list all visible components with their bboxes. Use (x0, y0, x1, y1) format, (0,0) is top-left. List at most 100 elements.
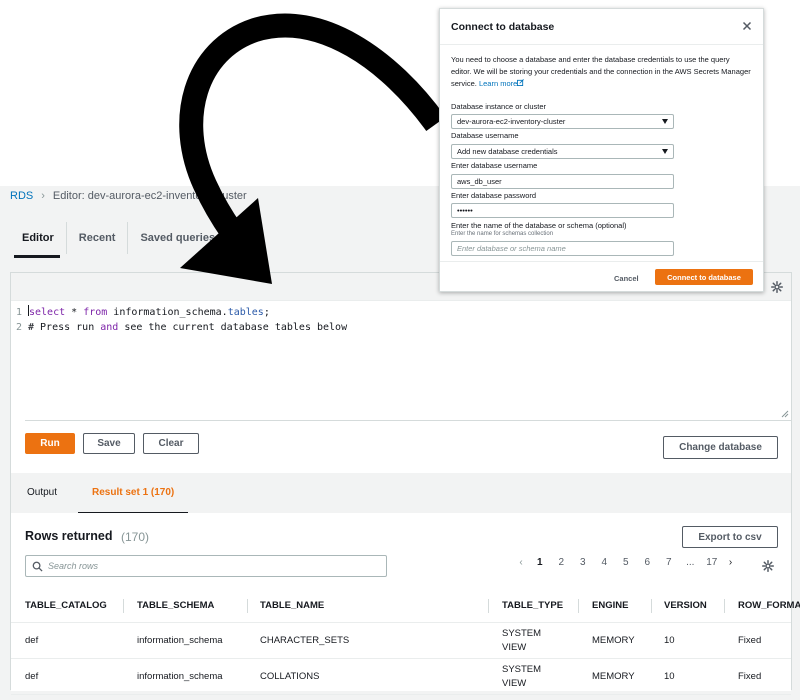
username-input[interactable] (451, 174, 674, 189)
column-divider (724, 599, 725, 613)
table-cell: def (25, 635, 39, 646)
table-row: def information_schema CHARACTER_SETS SY… (11, 623, 791, 659)
tab-output[interactable]: Output (27, 473, 57, 513)
table-cell: CHARACTER_SETS (260, 635, 350, 646)
save-button[interactable]: Save (83, 433, 135, 454)
search-rows-field[interactable] (25, 555, 387, 577)
column-header[interactable]: TABLE_SCHEMA (137, 589, 214, 622)
rows-returned-title: Rows returned (25, 529, 113, 543)
sql-code-editor[interactable]: 1 2 select * from information_schema.tab… (11, 301, 791, 421)
table-cell: information_schema (137, 671, 223, 682)
cancel-button[interactable]: Cancel (614, 274, 639, 283)
gear-icon[interactable] (771, 281, 783, 293)
caret-down-icon (662, 149, 668, 154)
breadcrumb-current: Editor: dev-aurora-ec2-inventory-cluster (52, 190, 247, 202)
password-input[interactable] (451, 203, 674, 218)
tab-editor[interactable]: Editor (10, 222, 67, 258)
column-header[interactable]: VERSION (664, 589, 707, 622)
page-ellipsis: ... (686, 557, 695, 568)
editor-tabs: Editor Recent Saved queries (10, 222, 227, 258)
column-divider (247, 599, 248, 613)
learn-more-link[interactable]: Learn more (479, 79, 517, 88)
instance-label: Database instance or cluster (451, 102, 547, 111)
breadcrumb-rds-link[interactable]: RDS (10, 190, 33, 202)
chevron-right-icon[interactable]: › (723, 557, 739, 568)
rows-count: (170) (121, 530, 150, 544)
table-cell: MEMORY (592, 635, 635, 646)
chevron-right-icon: › (41, 190, 45, 202)
code-token: select (29, 307, 66, 318)
code-token: from (83, 307, 108, 318)
column-header[interactable]: ROW_FORMAT (738, 589, 800, 622)
table-row: def information_schema COLLATIONS SYSTEM… (11, 659, 791, 695)
tab-result-set-1[interactable]: Result set 1 (170) (77, 473, 189, 514)
connect-to-database-button[interactable]: Connect to database (655, 269, 753, 285)
export-csv-button[interactable]: Export to csv (682, 526, 778, 548)
table-cell: def (25, 671, 39, 682)
table-cell: MEMORY (592, 671, 635, 682)
tab-recent[interactable]: Recent (67, 222, 129, 254)
rows-panel: Rows returned (170) Export to csv ‹ 1 2 … (11, 513, 800, 695)
code-line: select * from information_schema.tables; (28, 305, 347, 320)
page-3[interactable]: 3 (572, 557, 594, 568)
modal-header: Connect to database (440, 9, 763, 45)
page-5[interactable]: 5 (615, 557, 637, 568)
table-cell: 10 (664, 671, 675, 682)
tab-saved-queries[interactable]: Saved queries (128, 222, 227, 254)
table-cell: SYSTEM VIEW (502, 663, 542, 689)
clear-button[interactable]: Clear (143, 433, 199, 454)
table-cell: COLLATIONS (260, 671, 320, 682)
search-input[interactable] (48, 559, 378, 573)
code-lines: select * from information_schema.tables;… (28, 305, 347, 335)
page-2[interactable]: 2 (551, 557, 573, 568)
resize-handle-icon[interactable] (781, 410, 789, 418)
editor-card: 1 2 select * from information_schema.tab… (10, 272, 800, 695)
table-cell: Fixed (738, 635, 762, 646)
column-divider (123, 599, 124, 613)
line-number-gutter: 1 2 (11, 301, 25, 421)
modal-description: You need to choose a database and enter … (451, 54, 751, 90)
code-line: # Press run and see the current database… (28, 320, 347, 335)
column-divider (578, 599, 579, 613)
external-link-icon (517, 79, 525, 86)
code-token: information_schema. (107, 307, 228, 318)
close-icon[interactable] (741, 20, 753, 32)
modal-footer: Cancel Connect to database (440, 261, 763, 291)
page-1[interactable]: 1 (529, 557, 551, 568)
table-header: TABLE_CATALOG TABLE_SCHEMA TABLE_NAME TA… (11, 589, 800, 623)
database-name-input[interactable] (451, 241, 674, 256)
table-cell: 10 (664, 635, 675, 646)
password-label: Enter database password (451, 191, 537, 200)
change-database-button[interactable]: Change database (663, 436, 778, 459)
code-token: and (100, 322, 119, 333)
column-header[interactable]: TABLE_TYPE (502, 589, 563, 622)
instance-select[interactable]: dev-aurora-ec2-inventory-cluster (451, 114, 674, 129)
caret-down-icon (662, 119, 668, 124)
column-header[interactable]: ENGINE (592, 589, 628, 622)
table-cell: SYSTEM VIEW (502, 627, 542, 653)
line-number: 1 (15, 307, 22, 318)
page-4[interactable]: 4 (594, 557, 616, 568)
chevron-left-icon[interactable]: ‹ (513, 557, 529, 568)
page-7[interactable]: 7 (658, 557, 680, 568)
gear-icon[interactable] (762, 560, 774, 572)
result-tabs: Output Result set 1 (170) (11, 473, 791, 514)
column-header[interactable]: TABLE_CATALOG (25, 589, 107, 622)
table-cell: information_schema (137, 635, 223, 646)
search-icon (32, 561, 43, 572)
code-token: # Press run (28, 322, 101, 333)
connect-to-database-modal: Connect to database You need to choose a… (439, 8, 764, 292)
run-button[interactable]: Run (25, 433, 75, 454)
code-token: ; (263, 307, 270, 318)
enter-username-label: Enter database username (451, 161, 538, 170)
credentials-select[interactable]: Add new database credentials (451, 144, 674, 159)
code-token: tables (227, 307, 264, 318)
database-name-label: Enter the name of the database or schema… (451, 221, 627, 230)
database-name-description: Enter the name for schemas collection (451, 231, 554, 237)
page-6[interactable]: 6 (637, 557, 659, 568)
pagination: ‹ 1 2 3 4 5 6 7 ... 17 › (513, 557, 739, 568)
code-token: * (65, 307, 84, 318)
column-header[interactable]: TABLE_NAME (260, 589, 324, 622)
instance-select-value: dev-aurora-ec2-inventory-cluster (457, 117, 566, 126)
page-17[interactable]: 17 (701, 557, 723, 568)
